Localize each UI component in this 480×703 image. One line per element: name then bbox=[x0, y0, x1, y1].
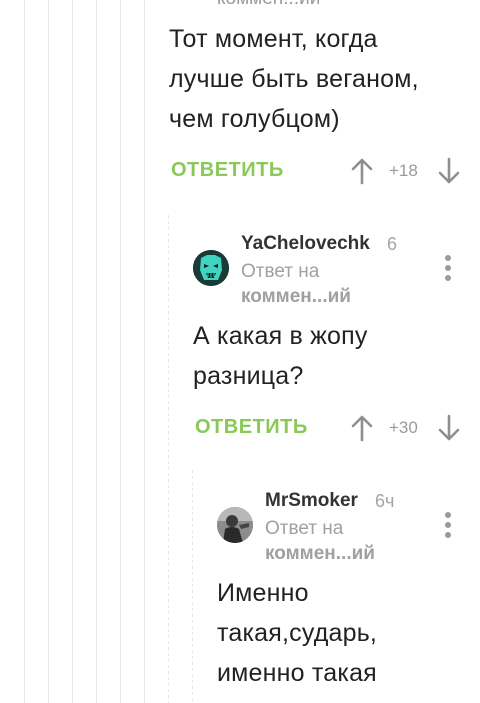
rating-value: +30 bbox=[389, 418, 418, 437]
comment-text-line: именно такая bbox=[217, 659, 377, 687]
thread-line bbox=[168, 215, 169, 703]
comment-text-line: такая,сударь, bbox=[217, 619, 378, 647]
author-name[interactable]: MrSmoker bbox=[265, 490, 358, 512]
arrow-down-icon[interactable] bbox=[437, 414, 461, 442]
arrow-down-icon[interactable] bbox=[437, 157, 461, 185]
avatar-image bbox=[217, 507, 253, 543]
reply-reference[interactable]: коммен...ий bbox=[265, 543, 375, 565]
author-name[interactable]: YaChelovechk bbox=[241, 233, 370, 255]
comment-text-line: Тот момент, когда bbox=[169, 25, 378, 53]
reply-reference[interactable]: коммен...ий bbox=[217, 0, 320, 10]
more-vertical-icon[interactable] bbox=[443, 255, 453, 283]
comment-text: А какая в жопу разница? bbox=[193, 316, 368, 396]
comment-text: Тот момент, когда лучше быть веганом, че… bbox=[169, 19, 419, 139]
thread-line bbox=[48, 0, 49, 703]
reply-to-label: Ответ на bbox=[241, 261, 320, 282]
comment-text: Именно такая,сударь, именно такая bbox=[217, 573, 377, 693]
thread-line bbox=[72, 0, 73, 703]
rating-value: +18 bbox=[389, 161, 418, 180]
comment-text-line: чем голубцом) bbox=[169, 105, 340, 133]
thread-line bbox=[144, 0, 145, 703]
comment-text-line: разница? bbox=[193, 362, 304, 390]
reply-reference[interactable]: коммен...ий bbox=[241, 286, 351, 308]
thread-line bbox=[96, 0, 97, 703]
more-vertical-icon[interactable] bbox=[443, 512, 453, 540]
thread-line bbox=[192, 470, 193, 703]
avatar[interactable] bbox=[193, 250, 229, 286]
comment-text-line: А какая в жопу bbox=[193, 322, 368, 350]
thread-line bbox=[120, 0, 121, 703]
avatar[interactable] bbox=[217, 507, 253, 543]
comment-text-line: лучше быть веганом, bbox=[169, 65, 419, 93]
reply-button[interactable]: ОТВЕТИТЬ bbox=[195, 416, 308, 439]
comment-text-line: Именно bbox=[217, 579, 309, 607]
comment-time: 6 bbox=[387, 234, 398, 254]
avatar-image bbox=[193, 250, 229, 286]
reply-to-label: Ответ на bbox=[265, 518, 344, 539]
comment-time: 6ч bbox=[375, 491, 395, 511]
arrow-up-icon[interactable] bbox=[350, 414, 374, 442]
reply-button[interactable]: ОТВЕТИТЬ bbox=[171, 159, 284, 182]
arrow-up-icon[interactable] bbox=[350, 157, 374, 185]
thread-line bbox=[24, 0, 25, 703]
